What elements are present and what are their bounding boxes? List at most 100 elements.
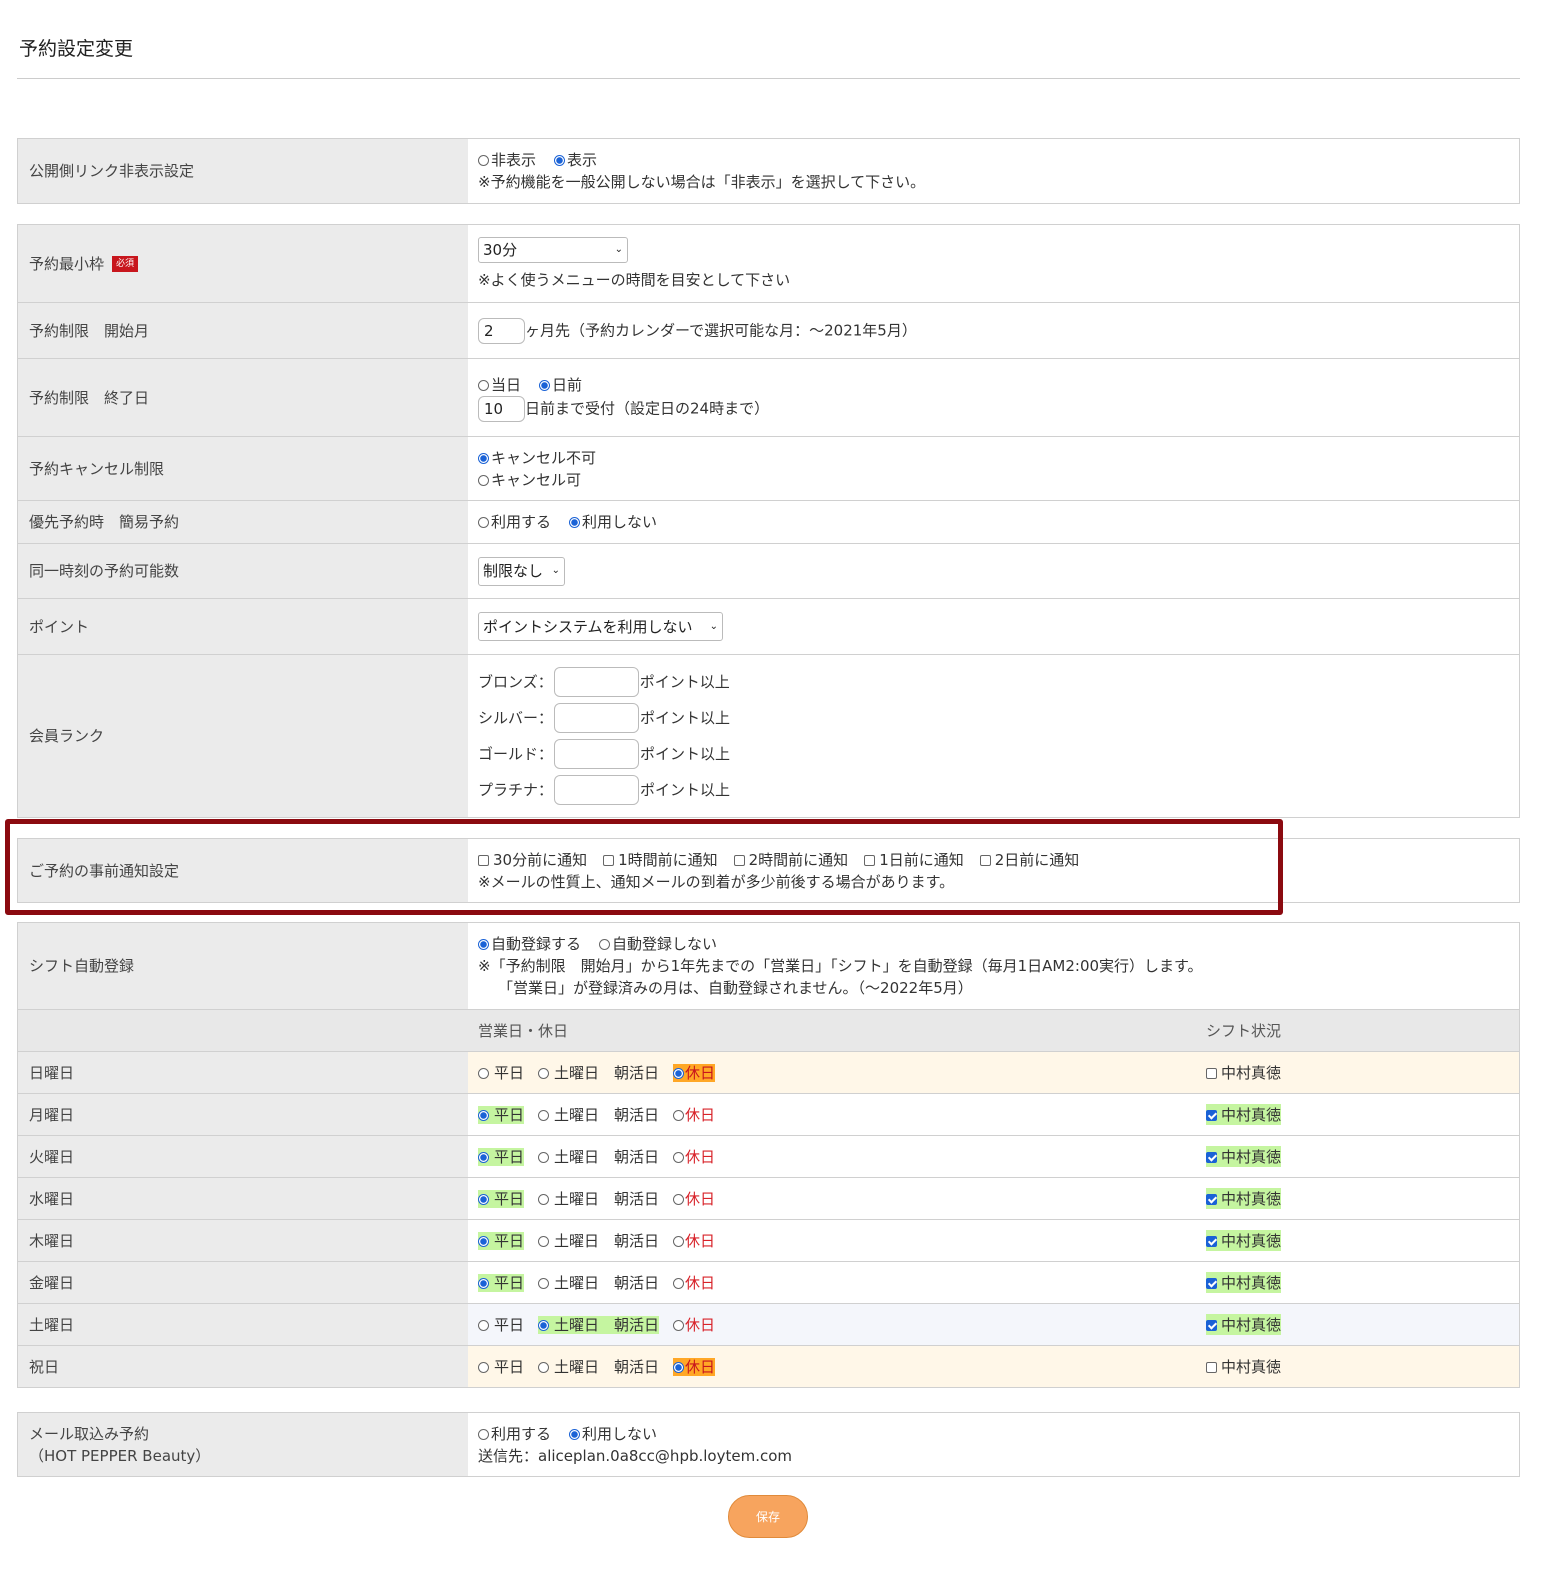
- day-label: 金曜日: [18, 1262, 468, 1303]
- radio-days-before[interactable]: 日前: [539, 376, 582, 394]
- radio-holiday[interactable]: 休日: [673, 1104, 715, 1125]
- shift-checkbox[interactable]: 中村真徳: [1206, 1188, 1282, 1209]
- radio-saturday[interactable]: 土曜日 朝活日: [538, 1230, 659, 1251]
- gold-input[interactable]: [554, 739, 640, 769]
- radio-mail-nouse[interactable]: 利用しない: [569, 1425, 657, 1443]
- radio-icon: [538, 1110, 550, 1121]
- shift-checkbox[interactable]: 中村真徳: [1206, 1146, 1282, 1167]
- shift-auto-note1: ※「予約制限 開始月」から1年先までの「営業日」「シフト」を自動登録（毎月1日A…: [478, 957, 1203, 975]
- radio-saturday[interactable]: 土曜日 朝活日: [538, 1314, 660, 1335]
- concurrent-select[interactable]: 制限なし ⌄: [478, 556, 565, 586]
- shift-status-header: シフト状況: [1206, 1022, 1282, 1040]
- radio-icon: [478, 1068, 489, 1079]
- radio-weekday[interactable]: 平日: [478, 1230, 525, 1251]
- min-slot-select[interactable]: 30分 ⌄: [478, 236, 628, 263]
- checkbox-icon: [603, 854, 615, 866]
- start-month-input[interactable]: 2: [478, 317, 525, 344]
- bronze-input[interactable]: [553, 667, 639, 697]
- radio-icon: [478, 1236, 489, 1247]
- shift-checkbox[interactable]: 中村真徳: [1206, 1230, 1282, 1251]
- platinum-input[interactable]: [554, 775, 640, 805]
- day-row: 水曜日 平日 土曜日 朝活日 休日 中村真徳: [18, 1177, 1519, 1219]
- notify-2day-checkbox[interactable]: 2日前に通知: [979, 851, 1079, 869]
- radio-weekday[interactable]: 平日: [478, 1062, 524, 1083]
- checkbox-icon: [979, 854, 991, 866]
- mail-import-table: メール取込み予約 （HOT PEPPER Beauty） 利用する 利用しない 送…: [17, 1412, 1520, 1477]
- radio-holiday[interactable]: 休日: [673, 1146, 715, 1167]
- radio-icon: [673, 1068, 685, 1079]
- radio-auto-register[interactable]: 自動登録する: [478, 935, 581, 953]
- silver-input[interactable]: [554, 703, 640, 733]
- end-day-input[interactable]: 10: [478, 395, 525, 422]
- radio-no-cancel-icon: [478, 452, 489, 464]
- radio-holiday[interactable]: 休日: [673, 1272, 715, 1293]
- checkbox-icon: [864, 854, 876, 866]
- notify-note: ※メールの性質上、通知メールの到着が多少前後する場合があります。: [478, 872, 955, 891]
- radio-holiday[interactable]: 休日: [673, 1188, 715, 1209]
- day-label: 火曜日: [18, 1136, 468, 1177]
- link-visibility-note: ※予約機能を一般公開しない場合は「非表示」を選択して下さい。: [478, 173, 926, 191]
- radio-saturday[interactable]: 土曜日 朝活日: [538, 1272, 659, 1293]
- radio-saturday[interactable]: 土曜日 朝活日: [538, 1188, 659, 1209]
- radio-saturday[interactable]: 土曜日 朝活日: [538, 1356, 659, 1377]
- radio-weekday[interactable]: 平日: [478, 1272, 525, 1293]
- notify-1hour-checkbox[interactable]: 1時間前に通知: [603, 851, 718, 869]
- radio-icon: [538, 1068, 550, 1079]
- checkbox-icon: [478, 854, 489, 866]
- chevron-down-icon: ⌄: [614, 243, 623, 255]
- shift-table: シフト自動登録 自動登録する 自動登録しない ※「予約制限 開始月」から1年先まで…: [17, 922, 1520, 1388]
- radio-weekday[interactable]: 平日: [478, 1104, 525, 1125]
- radio-icon: [478, 1152, 489, 1163]
- start-month-label: 予約制限 開始月: [18, 303, 468, 358]
- radio-cancel-ok[interactable]: キャンセル可: [478, 469, 1509, 491]
- radio-no-auto-register[interactable]: 自動登録しない: [599, 935, 717, 953]
- radio-weekday[interactable]: 平日: [478, 1146, 525, 1167]
- reservation-settings-table: 予約最小枠 必須 30分 ⌄ ※よく使うメニューの時間を目安として下さい 予約制限 …: [17, 224, 1520, 818]
- radio-holiday[interactable]: 休日: [673, 1356, 716, 1377]
- mail-import-row: メール取込み予約 （HOT PEPPER Beauty） 利用する 利用しない 送…: [18, 1413, 1519, 1476]
- radio-show[interactable]: 表示: [554, 151, 597, 169]
- start-month-row: 予約制限 開始月 2 ヶ月先（予約カレンダーで選択可能な月：〜2021年5月）: [18, 302, 1519, 358]
- required-badge: 必須: [112, 255, 139, 272]
- radio-icon: [478, 1320, 489, 1331]
- notify-1day-checkbox[interactable]: 1日前に通知: [864, 851, 964, 869]
- shift-checkbox[interactable]: 中村真徳: [1206, 1272, 1282, 1293]
- radio-weekday[interactable]: 平日: [478, 1314, 524, 1335]
- radio-weekday[interactable]: 平日: [478, 1188, 525, 1209]
- radio-priority-use[interactable]: 利用する: [478, 513, 551, 531]
- cancel-row: 予約キャンセル制限 キャンセル不可 キャンセル可: [18, 436, 1519, 500]
- radio-icon: [478, 1362, 489, 1373]
- radio-weekday[interactable]: 平日: [478, 1356, 524, 1377]
- radio-mail-use-icon: [478, 1428, 489, 1440]
- day-label: 祝日: [18, 1346, 468, 1387]
- radio-holiday[interactable]: 休日: [673, 1230, 715, 1251]
- radio-holiday[interactable]: 休日: [673, 1062, 716, 1083]
- checkbox-icon: [1206, 1320, 1217, 1331]
- radio-holiday[interactable]: 休日: [673, 1314, 715, 1335]
- day-row: 金曜日 平日 土曜日 朝活日 休日 中村真徳: [18, 1261, 1519, 1303]
- shift-checkbox[interactable]: 中村真徳: [1206, 1314, 1282, 1335]
- radio-saturday[interactable]: 土曜日 朝活日: [538, 1062, 659, 1083]
- radio-saturday[interactable]: 土曜日 朝活日: [538, 1104, 659, 1125]
- radio-saturday[interactable]: 土曜日 朝活日: [538, 1146, 659, 1167]
- radio-same-day[interactable]: 当日: [478, 376, 521, 394]
- day-label: 日曜日: [18, 1052, 468, 1093]
- shift-checkbox[interactable]: 中村真徳: [1206, 1104, 1282, 1125]
- point-label: ポイント: [18, 599, 468, 654]
- shift-checkbox[interactable]: 中村真徳: [1206, 1062, 1281, 1083]
- radio-mail-use[interactable]: 利用する: [478, 1425, 551, 1443]
- radio-hide[interactable]: 非表示: [478, 151, 536, 169]
- radio-no-cancel[interactable]: キャンセル不可: [478, 447, 1509, 469]
- radio-icon: [673, 1194, 685, 1205]
- checkbox-icon: [1206, 1194, 1217, 1205]
- concurrent-label: 同一時刻の予約可能数: [18, 544, 468, 598]
- mail-import-sublabel: （HOT PEPPER Beauty）: [29, 1446, 211, 1465]
- radio-priority-nouse-icon: [569, 517, 581, 528]
- notify-30min-checkbox[interactable]: 30分前に通知: [478, 851, 587, 869]
- shift-checkbox[interactable]: 中村真徳: [1206, 1356, 1281, 1377]
- notify-2hour-checkbox[interactable]: 2時間前に通知: [733, 851, 848, 869]
- save-button[interactable]: 保存: [728, 1495, 808, 1538]
- min-slot-row: 予約最小枠 必須 30分 ⌄ ※よく使うメニューの時間を目安として下さい: [18, 225, 1519, 302]
- point-select[interactable]: ポイントシステムを利用しない ⌄: [478, 612, 723, 641]
- radio-priority-nouse[interactable]: 利用しない: [569, 513, 657, 531]
